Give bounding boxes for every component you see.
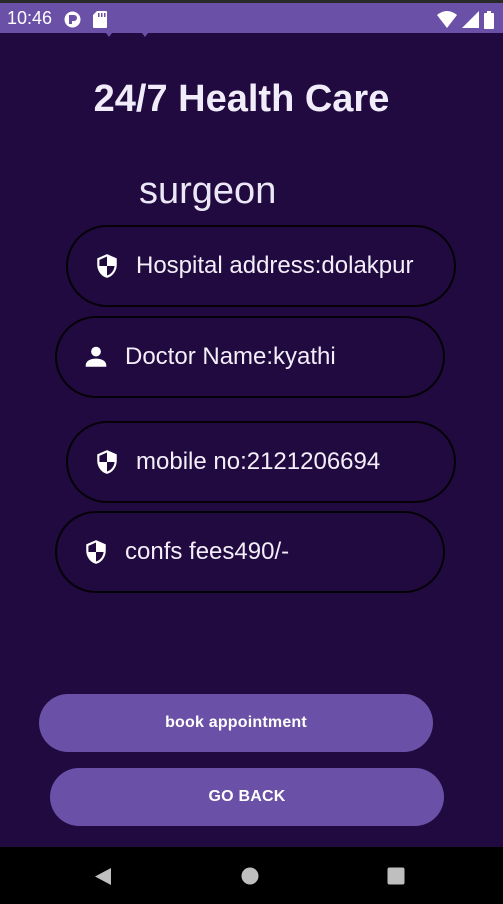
status-bar: 10:46 [0,0,503,33]
battery-icon [484,10,494,29]
specialty-label: surgeon [139,170,277,212]
go-back-button[interactable]: GO BACK [50,768,444,826]
recents-icon[interactable] [387,867,405,885]
sd-card-icon [93,11,107,28]
system-navigation-bar [0,847,503,904]
book-appointment-button[interactable]: book appointment [39,694,433,752]
app-notification-icon [64,11,81,28]
shield-icon [97,450,117,474]
shield-icon [86,540,106,564]
shield-icon [97,254,117,278]
mobile-number-text: mobile no:2121206694 [136,448,381,475]
home-icon[interactable] [241,867,259,885]
consultation-fees-text: confs fees490/- [125,538,290,565]
signal-icon [462,11,479,28]
doctor-name-text: Doctor Name:kyathi [125,343,336,370]
doctor-name-card: Doctor Name:kyathi [55,316,445,398]
status-indicators [437,10,494,29]
consultation-fees-card: confs fees490/- [55,511,445,593]
hospital-address-text: Hospital address:dolakpur [136,252,414,279]
status-bar-edge-marks [106,33,148,37]
status-time: 10:46 [7,8,53,28]
hospital-address-card: Hospital address:dolakpur [66,225,456,307]
back-icon[interactable] [94,867,112,886]
person-icon [85,346,107,367]
app-title: 24/7 Health Care [93,78,390,120]
mobile-number-card: mobile no:2121206694 [66,421,456,503]
wifi-icon [437,11,457,28]
